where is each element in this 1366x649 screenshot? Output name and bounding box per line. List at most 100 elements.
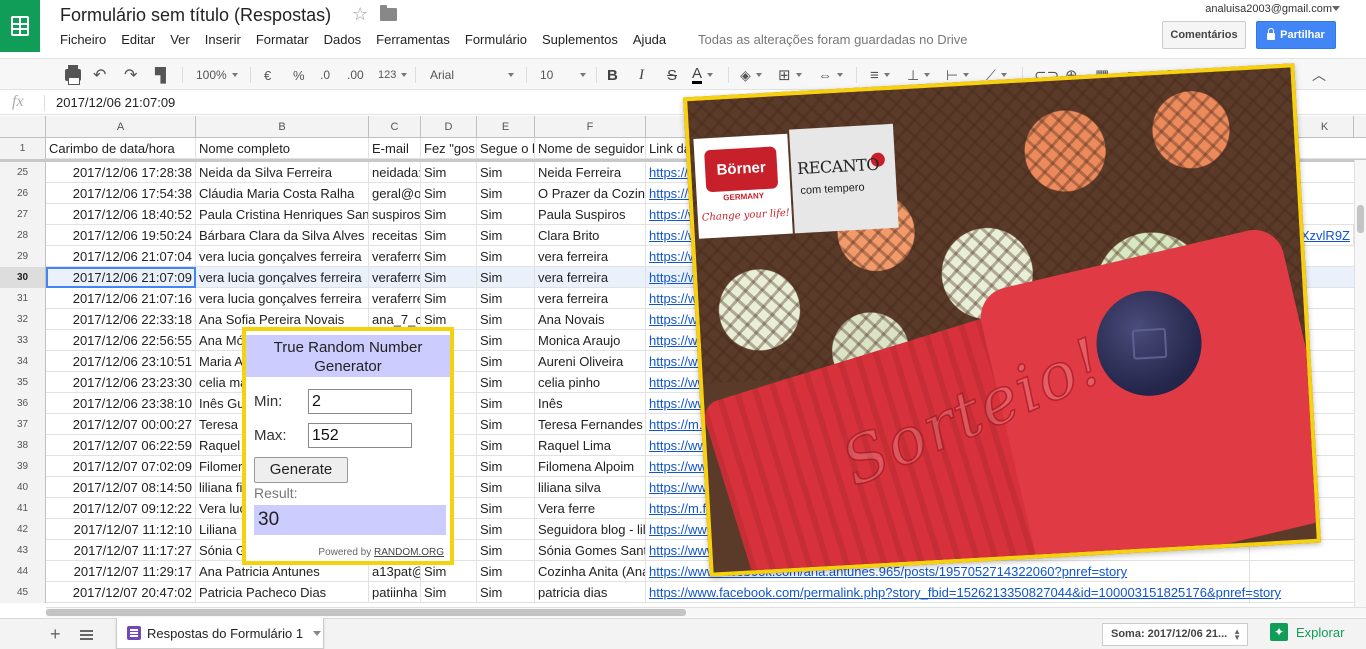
table-cell[interactable]: Clara Brito <box>535 225 646 246</box>
table-cell[interactable]: celia pinho <box>535 372 646 393</box>
table-cell[interactable]: vera lucia gonçalves ferreira <box>196 246 369 267</box>
table-cell[interactable]: patiinha <box>369 582 421 603</box>
table-cell[interactable]: 2017/12/06 23:38:10 <box>46 393 196 414</box>
merge-cells-icon[interactable]: ⇔ <box>818 65 843 85</box>
account-email[interactable]: analuisa2003@gmail.com <box>1205 3 1332 15</box>
column-header[interactable]: F <box>535 116 646 138</box>
table-cell[interactable]: Seguidora blog - lil <box>535 519 646 540</box>
table-cell[interactable]: Ana Novais <box>535 309 646 330</box>
star-icon[interactable]: ☆ <box>352 4 368 25</box>
rng-powered-by[interactable]: Powered by RANDOM.ORG <box>318 547 444 558</box>
menu-item-8[interactable]: Suplementos <box>542 32 618 47</box>
rng-max-input[interactable]: 152 <box>308 423 412 448</box>
table-cell[interactable]: Sónia Gomes Sant <box>535 540 646 561</box>
table-cell[interactable]: 2017/12/07 11:29:17 <box>46 561 196 582</box>
table-cell[interactable]: 2017/12/06 21:07:04 <box>46 246 196 267</box>
more-formats-select[interactable]: 123 <box>378 65 408 85</box>
column-header[interactable]: E <box>477 116 535 138</box>
table-cell[interactable]: 2017/12/06 17:28:38 <box>46 162 196 183</box>
table-cell[interactable]: vera lucia gonçalves ferreira <box>196 288 369 309</box>
table-cell[interactable]: Sim <box>477 246 535 267</box>
row-number[interactable]: 37 <box>0 414 46 435</box>
row-number[interactable]: 1 <box>0 138 46 159</box>
table-cell[interactable]: Sim <box>477 351 535 372</box>
text-color-button[interactable]: A <box>692 65 714 85</box>
row-number[interactable]: 29 <box>0 246 46 267</box>
increase-decimal-button[interactable]: .00 <box>347 65 364 85</box>
table-cell[interactable]: Cozinha Anita (Ana <box>535 561 646 582</box>
menu-item-0[interactable]: Ficheiro <box>60 32 106 47</box>
table-cell[interactable]: vera ferreira <box>535 246 646 267</box>
table-cell[interactable]: 2017/12/07 11:17:27 <box>46 540 196 561</box>
table-cell[interactable]: Patricia Pacheco Dias <box>196 582 369 603</box>
table-cell[interactable]: Sim <box>477 162 535 183</box>
table-cell[interactable]: suspiros <box>369 204 421 225</box>
table-cell[interactable]: 2017/12/07 09:12:22 <box>46 498 196 519</box>
table-cell[interactable]: 2017/12/07 07:02:09 <box>46 456 196 477</box>
table-cell[interactable]: Sim <box>421 162 477 183</box>
decrease-decimal-button[interactable]: .0 <box>320 65 330 85</box>
table-cell[interactable]: Bárbara Clara da Silva Alves <box>196 225 369 246</box>
table-cell[interactable]: Sim <box>421 582 477 603</box>
menu-item-7[interactable]: Formulário <box>465 32 527 47</box>
table-cell[interactable]: O Prazer da Cozin <box>535 183 646 204</box>
font-size-select[interactable]: 10 <box>540 65 586 85</box>
table-cell[interactable]: 2017/12/06 17:54:38 <box>46 183 196 204</box>
table-cell[interactable]: Sim <box>477 477 535 498</box>
column-header[interactable]: K <box>1296 116 1354 138</box>
sheets-logo-icon[interactable] <box>0 0 40 52</box>
table-cell[interactable]: Sim <box>477 204 535 225</box>
table-cell[interactable]: 2017/12/07 11:12:10 <box>46 519 196 540</box>
table-cell[interactable]: Sim <box>421 288 477 309</box>
row-number[interactable]: 36 <box>0 393 46 414</box>
row-number[interactable]: 39 <box>0 456 46 477</box>
table-cell[interactable]: 2017/12/07 08:14:50 <box>46 477 196 498</box>
column-title-cell[interactable]: E-mail <box>369 138 421 159</box>
table-cell[interactable]: receitas <box>369 225 421 246</box>
strikethrough-button[interactable]: S <box>667 65 677 85</box>
row-number[interactable]: 44 <box>0 561 46 582</box>
table-cell[interactable]: Cláudia Maria Costa Ralha <box>196 183 369 204</box>
table-cell[interactable]: Sim <box>477 498 535 519</box>
row-number[interactable]: 35 <box>0 372 46 393</box>
table-cell[interactable]: Sim <box>421 225 477 246</box>
table-cell[interactable]: 2017/12/06 21:07:16 <box>46 288 196 309</box>
zoom-select[interactable]: 100% <box>196 65 238 85</box>
sum-summary-select[interactable]: Soma: 2017/12/06 21... ▲ ▼ <box>1102 623 1248 646</box>
table-cell[interactable]: Monica Araujo <box>535 330 646 351</box>
row-number[interactable]: 31 <box>0 288 46 309</box>
table-cell[interactable]: geral@o <box>369 183 421 204</box>
row-number[interactable]: 27 <box>0 204 46 225</box>
table-cell[interactable]: Aureni Oliveira <box>535 351 646 372</box>
select-all-corner[interactable] <box>0 116 46 138</box>
menu-item-5[interactable]: Dados <box>324 32 362 47</box>
table-cell[interactable]: Raquel Lima <box>535 435 646 456</box>
table-cell[interactable]: Paula Cristina Henriques San <box>196 204 369 225</box>
column-title-cell[interactable]: Segue o l <box>477 138 535 159</box>
table-cell[interactable]: Sim <box>477 330 535 351</box>
formula-input[interactable]: 2017/12/06 21:07:09 <box>56 95 175 110</box>
percent-format-button[interactable]: % <box>293 65 305 85</box>
row-number[interactable]: 43 <box>0 540 46 561</box>
table-cell[interactable]: Sim <box>477 456 535 477</box>
fill-color-icon[interactable]: ◈ <box>740 65 762 85</box>
table-cell[interactable]: vera ferreira <box>535 267 646 288</box>
table-cell[interactable]: Sim <box>477 288 535 309</box>
table-cell[interactable]: Sim <box>477 267 535 288</box>
menu-item-4[interactable]: Formatar <box>256 32 309 47</box>
menu-item-1[interactable]: Editar <box>121 32 155 47</box>
share-button[interactable]: Partilhar <box>1256 21 1336 49</box>
table-cell[interactable]: 2017/12/07 00:00:27 <box>46 414 196 435</box>
row-number[interactable]: 41 <box>0 498 46 519</box>
column-title-cell[interactable]: Carimbo de data/hora <box>46 138 196 159</box>
table-cell[interactable]: Neida Ferreira <box>535 162 646 183</box>
row-number[interactable]: 32 <box>0 309 46 330</box>
table-cell[interactable]: vera lucia gonçalves ferreira <box>196 267 369 288</box>
row-number[interactable]: 26 <box>0 183 46 204</box>
table-cell[interactable]: 2017/12/07 20:47:02 <box>46 582 196 603</box>
vertical-scroll-thumb[interactable] <box>1357 205 1364 233</box>
table-cell[interactable]: Vera ferre <box>535 498 646 519</box>
table-cell[interactable]: Sim <box>477 561 535 582</box>
explore-button[interactable]: ✦ Explorar <box>1270 623 1344 641</box>
paint-format-icon[interactable]: ▜ <box>155 65 166 85</box>
